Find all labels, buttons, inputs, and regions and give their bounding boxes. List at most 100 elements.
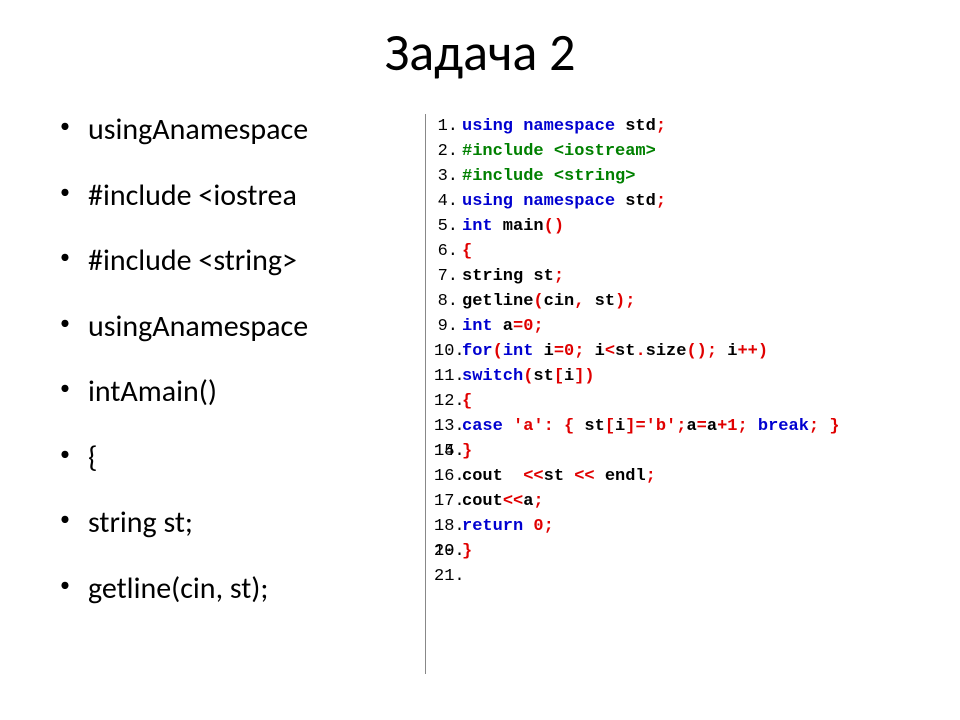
- line-number: 8.: [434, 289, 458, 314]
- code-token: #include <string>: [462, 167, 635, 186]
- code-token: [: [605, 417, 615, 436]
- code-token: a: [493, 317, 513, 336]
- code-line: 1.using namespace std;: [434, 114, 840, 139]
- code-token: [: [554, 367, 564, 386]
- slide: Задача 2 usingАnamespace #include <iostr…: [0, 0, 960, 720]
- code-line: 20.}: [434, 539, 840, 564]
- code-token: 1: [727, 417, 737, 436]
- code-token: ;: [656, 192, 666, 211]
- code-token: {: [462, 242, 472, 261]
- code-token: st: [533, 367, 553, 386]
- code-token: [819, 417, 829, 436]
- line-number: 18.: [434, 514, 458, 539]
- code-token: (: [493, 342, 503, 361]
- code-token: 0: [533, 517, 543, 536]
- code-token: st: [574, 417, 605, 436]
- bullet-item: usingАnamespace: [60, 311, 425, 343]
- line-number: 2.: [434, 139, 458, 164]
- code-listing: 1.using namespace std;2.#include <iostre…: [434, 114, 840, 564]
- code-token: using namespace: [462, 117, 615, 136]
- code-column: 1.using namespace std;2.#include <iostre…: [425, 114, 840, 674]
- code-token: #include <iostream>: [462, 142, 656, 161]
- line-number: 21.: [434, 564, 458, 589]
- code-token: ]): [574, 367, 594, 386]
- line-number: 16.: [434, 464, 458, 489]
- code-token: using namespace: [462, 192, 615, 211]
- line-number: 20.: [434, 539, 458, 564]
- code-token: i: [717, 342, 737, 361]
- code-line: 2.#include <iostream>: [434, 139, 840, 164]
- code-token: case: [462, 417, 503, 436]
- line-number: 15.: [434, 439, 458, 464]
- code-token: cout: [462, 492, 503, 511]
- code-token: st: [615, 342, 635, 361]
- code-token: [748, 417, 758, 436]
- code-token: 'a': [513, 417, 544, 436]
- code-token: ++): [737, 342, 768, 361]
- code-line: 10.for(int i=0; i<st.size(); i++): [434, 339, 840, 364]
- code-token: i: [564, 367, 574, 386]
- code-token: size: [646, 342, 687, 361]
- code-token: [554, 417, 564, 436]
- code-token: ;: [544, 517, 554, 536]
- line-number: 10.: [434, 339, 458, 364]
- code-token: a: [523, 492, 533, 511]
- line-number: 13.: [434, 414, 458, 439]
- code-token: getline: [462, 292, 533, 311]
- line-number: 1.: [434, 114, 458, 139]
- code-token: a: [686, 417, 696, 436]
- code-token: +: [717, 417, 727, 436]
- code-token: ;: [554, 267, 564, 286]
- line-number: 11.: [434, 364, 458, 389]
- line-number: 4.: [434, 189, 458, 214]
- code-token: =: [697, 417, 707, 436]
- code-token: =: [513, 317, 523, 336]
- code-token: st: [584, 292, 615, 311]
- code-token: .: [635, 342, 645, 361]
- code-token: );: [615, 292, 635, 311]
- code-token: for: [462, 342, 493, 361]
- code-token: cin: [544, 292, 575, 311]
- bullet-item: usingАnamespace: [60, 114, 425, 146]
- code-token: ;: [656, 117, 666, 136]
- code-token: :: [544, 417, 554, 436]
- code-token: int: [503, 342, 534, 361]
- code-token: <<: [503, 492, 523, 511]
- bullet-item: string st;: [60, 507, 425, 539]
- code-token: 0: [523, 317, 533, 336]
- bullet-item: {: [60, 442, 425, 474]
- code-token: {: [564, 417, 574, 436]
- code-token: ;: [737, 417, 747, 436]
- code-line: 9.int a=0;: [434, 314, 840, 339]
- bullet-item: intАmain(): [60, 376, 425, 408]
- code-token: break: [758, 417, 809, 436]
- line-number: 12.: [434, 389, 458, 414]
- code-token: ;: [646, 467, 656, 486]
- code-token: (): [544, 217, 564, 236]
- code-line: 15.}: [434, 439, 840, 464]
- code-token: i: [584, 342, 604, 361]
- code-token: a: [707, 417, 717, 436]
- bullet-item: getline(cin, st);: [60, 573, 425, 605]
- code-token: endl: [595, 467, 646, 486]
- code-line: 8.getline(cin, st);: [434, 289, 840, 314]
- code-token: ;: [676, 417, 686, 436]
- line-number: 6.: [434, 239, 458, 264]
- code-token: ;: [574, 342, 584, 361]
- code-token: std: [615, 117, 656, 136]
- code-token: <: [605, 342, 615, 361]
- code-line: 3.#include <string>: [434, 164, 840, 189]
- code-token: i: [533, 342, 553, 361]
- code-token: ();: [686, 342, 717, 361]
- code-token: (: [533, 292, 543, 311]
- code-token: ;: [533, 317, 543, 336]
- code-token: int: [462, 217, 493, 236]
- code-line: 16.cout <<st << endl;: [434, 464, 840, 489]
- slide-content: usingАnamespace #include <iostrea #inclu…: [40, 114, 920, 674]
- code-line: 12.{: [434, 389, 840, 414]
- code-token: i: [615, 417, 625, 436]
- code-line: 7.string st;: [434, 264, 840, 289]
- code-token: ;: [809, 417, 819, 436]
- code-token: std: [615, 192, 656, 211]
- code-line: 5.int main(): [434, 214, 840, 239]
